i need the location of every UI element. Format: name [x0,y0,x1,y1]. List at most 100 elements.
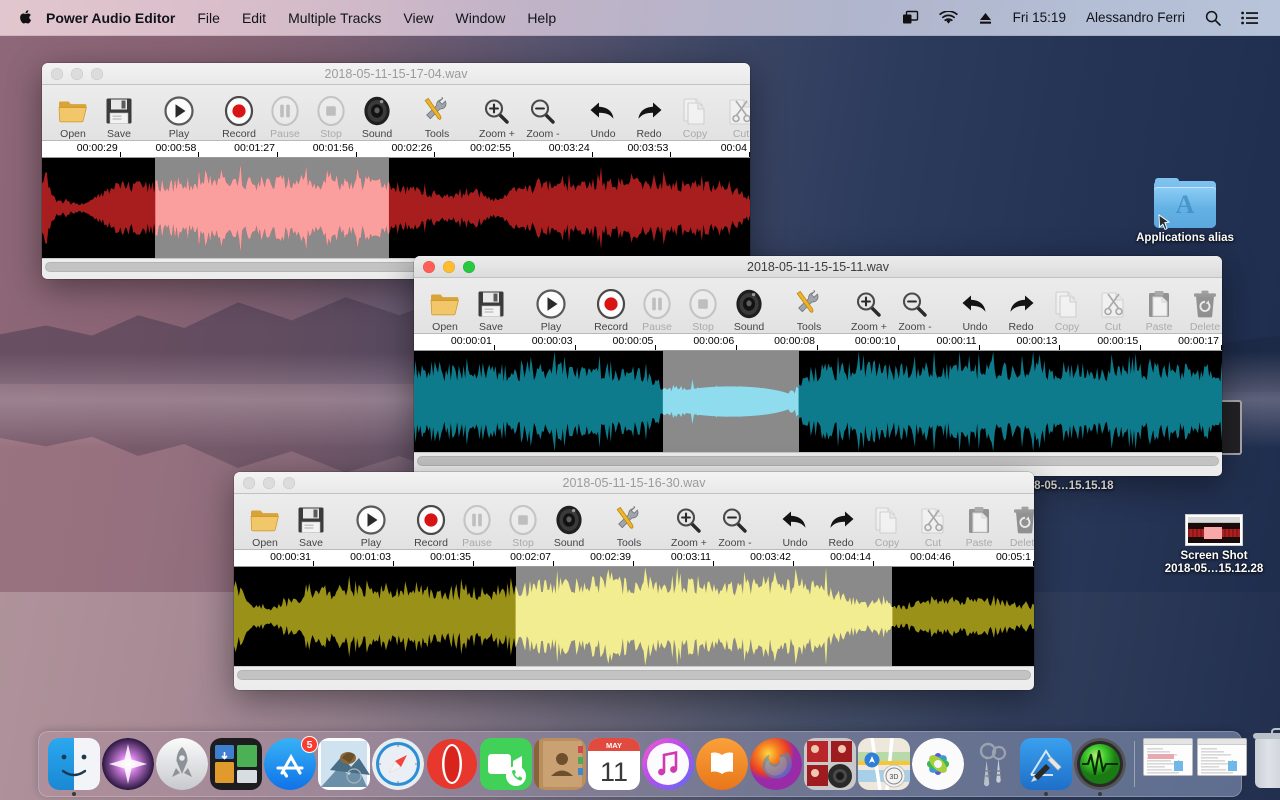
zoom-in-button[interactable]: Zoom + [846,281,892,333]
record-button[interactable]: Record [588,281,634,333]
stop-button[interactable]: Stop [308,88,354,140]
desktop-icon-screenshot[interactable]: Screen Shot 2018-05…15.12.28 [1159,514,1269,576]
dock-item-opera[interactable] [426,738,478,790]
cut-button[interactable]: Cut [1090,281,1136,333]
audio-window-back[interactable]: 2018-05-11-15-17-04.wav OpenSave Play Reco… [42,63,750,279]
spotlight-search-icon[interactable] [1195,0,1231,36]
menu-view[interactable]: View [392,0,444,36]
audio-window-active[interactable]: 2018-05-11-15-15-11.wav OpenSave Play Reco… [414,256,1222,476]
dock-item-maps[interactable]: 3D [858,738,910,790]
eject-icon[interactable] [968,0,1003,36]
pause-button[interactable]: Pause [262,88,308,140]
undo-button[interactable]: Undo [772,497,818,549]
record-button[interactable]: Record [408,497,454,549]
dock-item-itunes[interactable] [642,738,694,790]
dock-item-ibooks[interactable] [696,738,748,790]
horizontal-scrollbar[interactable] [237,670,1031,680]
time-ruler[interactable]: 00:00:0100:00:0300:00:0500:00:0600:00:08… [414,334,1222,351]
dock-item-facetime[interactable] [480,738,532,790]
dock-minimized-window-2[interactable] [1197,738,1249,790]
menu-app-name[interactable]: Power Audio Editor [46,0,186,36]
play-button[interactable]: Play [348,497,394,549]
dock-item-trash[interactable] [1251,738,1280,790]
zoom-out-button[interactable]: Zoom - [520,88,566,140]
open-button[interactable]: Open [50,88,96,140]
undo-button[interactable]: Undo [952,281,998,333]
time-ruler[interactable]: 00:00:3100:01:0300:01:3500:02:0700:02:39… [234,550,1034,567]
stop-button[interactable]: Stop [680,281,726,333]
paste-button[interactable]: Paste [956,497,1002,549]
record-button[interactable]: Record [216,88,262,140]
window-titlebar[interactable]: 2018-05-11-15-15-11.wav [414,256,1222,278]
copy-button[interactable]: Copy [1044,281,1090,333]
save-button[interactable]: Save [96,88,142,140]
dock-item-launchpad[interactable] [156,738,208,790]
close-button[interactable] [423,261,435,273]
sound-button[interactable]: Sound [546,497,592,549]
copy-button[interactable]: Copy [672,88,718,140]
dock-item-mission-control[interactable] [210,738,262,790]
sound-button[interactable]: Sound [354,88,400,140]
tools-button[interactable]: Tools [606,497,652,549]
zoom-button[interactable] [463,261,475,273]
menu-edit[interactable]: Edit [231,0,277,36]
close-button[interactable] [243,477,255,489]
minimize-button[interactable] [443,261,455,273]
delete-button[interactable]: Delete [1002,497,1034,549]
zoom-button[interactable] [91,68,103,80]
dock-item-calendar[interactable]: MAY11 [588,738,640,790]
dock-item-app-store[interactable]: 5 [264,738,316,790]
apple-logo-icon[interactable] [18,9,32,26]
play-button[interactable]: Play [528,281,574,333]
dock-item-finder[interactable] [48,738,100,790]
play-button[interactable]: Play [156,88,202,140]
dock-item-power-audio-editor[interactable] [1074,738,1126,790]
stop-button[interactable]: Stop [500,497,546,549]
dock-item-siri[interactable] [102,738,154,790]
waveform-canvas[interactable] [42,158,750,258]
window-titlebar[interactable]: 2018-05-11-15-16-30.wav [234,472,1034,494]
dock-item-photos[interactable] [912,738,964,790]
menu-user-name[interactable]: Alessandro Ferri [1076,0,1195,36]
dock-item-firefox[interactable] [750,738,802,790]
pause-button[interactable]: Pause [454,497,500,549]
desktop-icon-audio-file[interactable]: 2018-05…15.15.18 [1015,476,1195,493]
waveform-canvas[interactable] [234,567,1034,666]
redo-button[interactable]: Redo [626,88,672,140]
tools-button[interactable]: Tools [786,281,832,333]
dock-item-mail[interactable] [318,738,370,790]
waveform-canvas[interactable] [414,351,1222,452]
delete-button[interactable]: Delete [1182,281,1222,333]
wifi-icon[interactable] [929,0,968,36]
sound-button[interactable]: Sound [726,281,772,333]
horizontal-scroll-area[interactable] [234,666,1034,683]
menu-file[interactable]: File [186,0,231,36]
menu-multiple-tracks[interactable]: Multiple Tracks [277,0,392,36]
desktop-icon-applications-alias[interactable]: A Applications alias [1130,178,1240,245]
dock-item-xcode[interactable] [1020,738,1072,790]
dock-minimized-window-1[interactable] [1143,738,1195,790]
zoom-out-button[interactable]: Zoom - [892,281,938,333]
dock-item-safari[interactable] [372,738,424,790]
open-button[interactable]: Open [242,497,288,549]
notification-center-icon[interactable] [1231,0,1268,36]
audio-window-front[interactable]: 2018-05-11-15-16-30.wav OpenSave Play Reco… [234,472,1034,690]
save-button[interactable]: Save [468,281,514,333]
dock-item-keychain-access[interactable] [966,738,1018,790]
minimize-button[interactable] [263,477,275,489]
redo-button[interactable]: Redo [818,497,864,549]
save-button[interactable]: Save [288,497,334,549]
undo-button[interactable]: Undo [580,88,626,140]
pause-button[interactable]: Pause [634,281,680,333]
menu-window[interactable]: Window [445,0,517,36]
redo-button[interactable]: Redo [998,281,1044,333]
dock-item-photo-booth[interactable] [804,738,856,790]
cut-button[interactable]: Cut [910,497,956,549]
zoom-in-button[interactable]: Zoom + [474,88,520,140]
menu-clock[interactable]: Fri 15:19 [1003,0,1076,36]
window-titlebar[interactable]: 2018-05-11-15-17-04.wav [42,63,750,85]
open-button[interactable]: Open [422,281,468,333]
minimize-button[interactable] [71,68,83,80]
copy-button[interactable]: Copy [864,497,910,549]
horizontal-scrollbar[interactable] [417,456,1219,466]
